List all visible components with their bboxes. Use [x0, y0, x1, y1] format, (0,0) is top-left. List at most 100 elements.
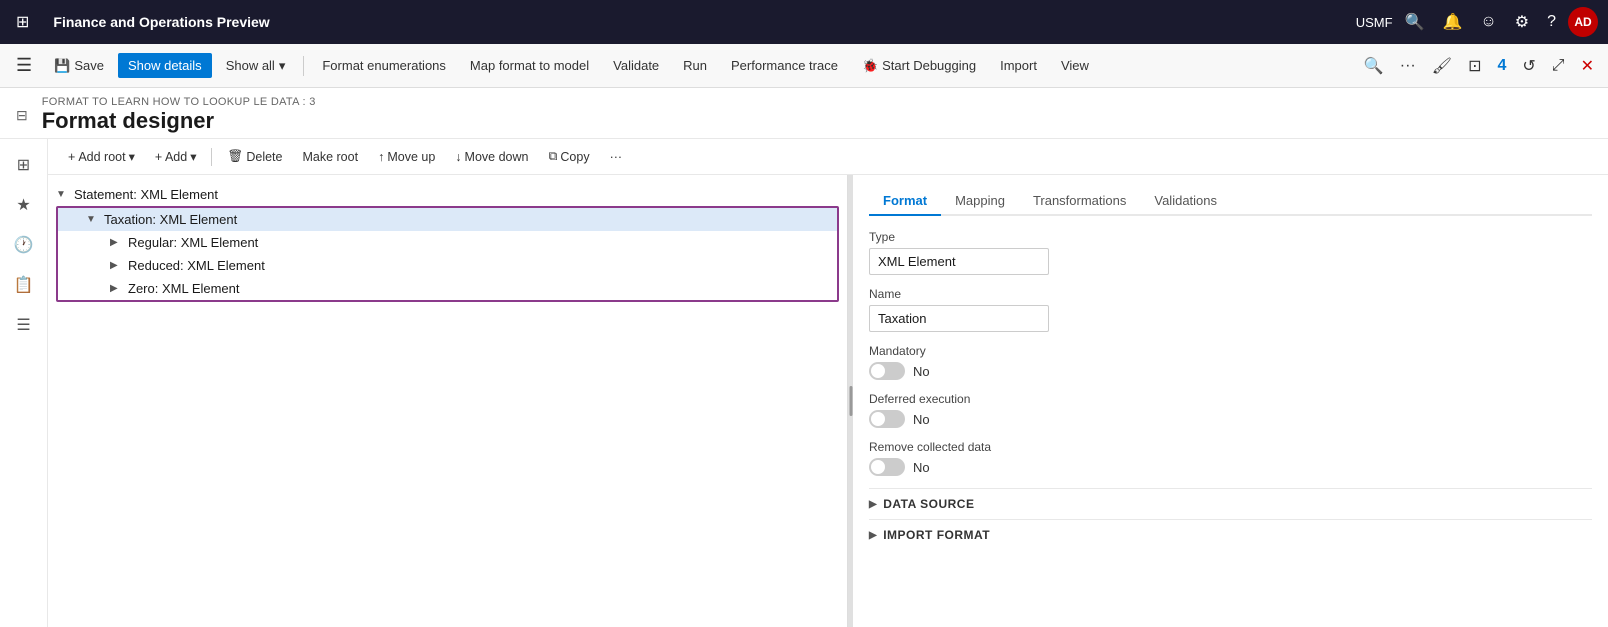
- make-root-button[interactable]: Make root: [294, 146, 366, 168]
- designer-toolbar: + Add root ▾ + Add ▾ 🗑 Delete Make root: [48, 139, 1608, 175]
- delete-button[interactable]: 🗑 Delete: [219, 145, 290, 168]
- sidebar-modules-icon[interactable]: ☰: [6, 307, 42, 343]
- run-button[interactable]: Run: [673, 53, 717, 78]
- remove-collected-section: Remove collected data No: [869, 440, 1592, 476]
- move-up-button[interactable]: ↑ Move up: [370, 146, 443, 168]
- mandatory-toggle[interactable]: [869, 362, 905, 380]
- performance-trace-button[interactable]: Performance trace: [721, 53, 848, 78]
- delete-icon: 🗑: [227, 149, 243, 164]
- deferred-label: Deferred execution: [869, 392, 1592, 406]
- tree-root-label: Statement: XML Element: [74, 187, 218, 202]
- data-source-arrow-icon: ▶: [869, 499, 877, 510]
- import-format-section[interactable]: ▶ IMPORT FORMAT: [869, 519, 1592, 550]
- deferred-value: No: [913, 412, 930, 427]
- copy-button[interactable]: ⧉ Copy: [540, 145, 597, 168]
- tree-child-arrow-2: ▶: [110, 283, 122, 294]
- more-options-button[interactable]: ···: [602, 146, 631, 168]
- data-source-header: ▶ DATA SOURCE: [869, 497, 1592, 511]
- expand-icon[interactable]: ⤢: [1546, 53, 1571, 79]
- tree-child-item-1[interactable]: ▶ Reduced: XML Element: [58, 254, 837, 277]
- move-down-icon: ↓: [455, 150, 461, 164]
- tree-root-item[interactable]: ▼ Statement: XML Element: [48, 183, 847, 206]
- add-root-arrow-icon: ▾: [129, 149, 135, 164]
- tab-format[interactable]: Format: [869, 187, 941, 216]
- tree-selected-item[interactable]: ▼ Taxation: XML Element: [58, 208, 837, 231]
- deferred-section: Deferred execution No: [869, 392, 1592, 428]
- show-details-button[interactable]: Show details: [118, 53, 212, 78]
- data-source-label: DATA SOURCE: [883, 497, 974, 511]
- validate-button[interactable]: Validate: [603, 53, 669, 78]
- badge-icon[interactable]: 4: [1491, 53, 1512, 79]
- page-subtitle: FORMAT TO LEARN HOW TO LOOKUP LE DATA : …: [42, 96, 316, 108]
- import-format-arrow-icon: ▶: [869, 530, 877, 541]
- sidebar-recent-icon[interactable]: 🕐: [6, 227, 42, 263]
- split-icon[interactable]: ⊡: [1462, 52, 1487, 80]
- collapse-arrow-icon: ▼: [56, 189, 68, 200]
- name-input[interactable]: [869, 305, 1049, 332]
- deferred-toggle[interactable]: [869, 410, 905, 428]
- main-area: ⊟ FORMAT TO LEARN HOW TO LOOKUP LE DATA …: [0, 88, 1608, 627]
- import-format-label: IMPORT FORMAT: [883, 528, 990, 542]
- data-source-section[interactable]: ▶ DATA SOURCE: [869, 488, 1592, 519]
- action-bar: ☰ 💾 Save Show details Show all ▾ Format …: [0, 44, 1608, 88]
- save-button[interactable]: 💾 Save: [44, 53, 114, 79]
- tree-child-label-2: Zero: XML Element: [128, 281, 240, 296]
- tab-transformations[interactable]: Transformations: [1019, 187, 1140, 216]
- remove-collected-toggle[interactable]: [869, 458, 905, 476]
- move-down-button[interactable]: ↓ Move down: [447, 146, 536, 168]
- tree-child-item-0[interactable]: ▶ Regular: XML Element: [58, 231, 837, 254]
- close-icon[interactable]: ✕: [1575, 52, 1600, 80]
- tree-selected-collapse-icon: ▼: [86, 214, 98, 225]
- add-button[interactable]: + Add ▾: [147, 145, 205, 168]
- tab-mapping[interactable]: Mapping: [941, 187, 1019, 216]
- tree-panel[interactable]: ▼ Statement: XML Element ▼ Taxation: XML…: [48, 175, 848, 627]
- format-enumerations-button[interactable]: Format enumerations: [312, 53, 456, 78]
- page-header: ⊟ FORMAT TO LEARN HOW TO LOOKUP LE DATA …: [0, 88, 1608, 139]
- save-icon: 💾: [54, 58, 70, 74]
- hamburger-button[interactable]: ☰: [8, 51, 40, 80]
- sidebar-home-icon[interactable]: ⊞: [6, 147, 42, 183]
- top-navigation: ⊞ Finance and Operations Preview USMF 🔍 …: [0, 0, 1608, 44]
- sidebar-favorites-icon[interactable]: ★: [6, 187, 42, 223]
- avatar[interactable]: AD: [1568, 7, 1598, 37]
- deferred-toggle-row: No: [869, 410, 1592, 428]
- content-split: ⊞ ★ 🕐 📋 ☰ + Add root ▾ + Add ▾: [0, 139, 1608, 627]
- paint-icon[interactable]: 🖌: [1426, 52, 1458, 80]
- import-button[interactable]: Import: [990, 53, 1047, 78]
- type-field: Type: [869, 230, 1592, 275]
- filter-icon: ⊟: [16, 107, 28, 124]
- designer-area: + Add root ▾ + Add ▾ 🗑 Delete Make root: [48, 139, 1608, 627]
- view-button[interactable]: View: [1051, 53, 1099, 78]
- search-icon[interactable]: 🔍: [1399, 8, 1431, 36]
- tree-child-label-0: Regular: XML Element: [128, 235, 258, 250]
- tree-group-border: ▼ Taxation: XML Element ▶ Regular: XML E…: [56, 206, 839, 302]
- name-field: Name: [869, 287, 1592, 332]
- settings-icon[interactable]: ⚙: [1509, 8, 1535, 36]
- mandatory-section: Mandatory No: [869, 344, 1592, 380]
- tab-validations[interactable]: Validations: [1140, 187, 1231, 216]
- bell-icon[interactable]: 🔔: [1436, 8, 1468, 36]
- tree-child-arrow-0: ▶: [110, 237, 122, 248]
- separator-1: [303, 56, 304, 76]
- import-format-header: ▶ IMPORT FORMAT: [869, 528, 1592, 542]
- help-icon[interactable]: ?: [1541, 9, 1562, 35]
- mandatory-toggle-row: No: [869, 362, 1592, 380]
- resize-handle[interactable]: [848, 175, 853, 627]
- refresh-icon[interactable]: ↺: [1516, 52, 1541, 80]
- start-debugging-button[interactable]: 🐞 Start Debugging: [852, 53, 986, 79]
- show-all-button[interactable]: Show all ▾: [216, 53, 296, 79]
- add-root-button[interactable]: + Add root ▾: [60, 145, 143, 168]
- smiley-icon[interactable]: ☺: [1474, 9, 1502, 35]
- copy-icon: ⧉: [548, 149, 557, 164]
- tree-child-item-2[interactable]: ▶ Zero: XML Element: [58, 277, 837, 300]
- sidebar-workspaces-icon[interactable]: 📋: [6, 267, 42, 303]
- search-action-icon[interactable]: 🔍: [1358, 52, 1390, 80]
- page-title: Format designer: [42, 108, 316, 134]
- type-input[interactable]: [869, 248, 1049, 275]
- map-format-button[interactable]: Map format to model: [460, 53, 599, 78]
- properties-panel: Format Mapping Transformations Validatio…: [853, 175, 1608, 627]
- grid-icon[interactable]: ⊞: [10, 8, 35, 36]
- left-sidebar: ⊞ ★ 🕐 📋 ☰: [0, 139, 48, 627]
- more-actions-icon[interactable]: ···: [1394, 53, 1422, 79]
- mandatory-label: Mandatory: [869, 344, 1592, 358]
